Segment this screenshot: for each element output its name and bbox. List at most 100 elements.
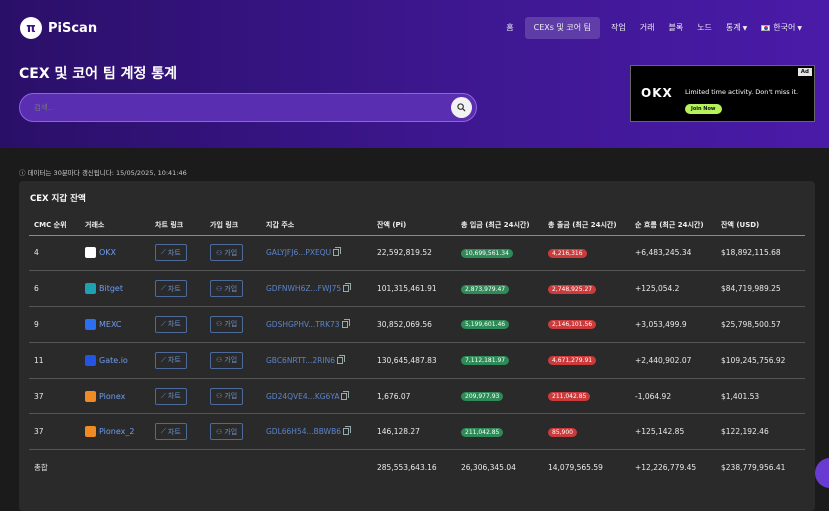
deposit-badge: 10,699,561.34	[461, 248, 513, 258]
column-header[interactable]: 차트 링크	[150, 215, 205, 236]
chart-button[interactable]: ⟋ 차트	[155, 315, 187, 333]
page-title: CEX 및 코어 팀 계정 통계	[19, 66, 178, 82]
ad-text: Limited time activity. Don't miss it.	[685, 88, 799, 96]
column-header[interactable]: 가입 링크	[205, 215, 261, 236]
cex-balance-card: CEX 지갑 잔액 CMC 순위 거래소 차트 링크 가입 링크 지갑 주소 잔…	[19, 181, 815, 511]
exchange-link[interactable]: Bitget	[85, 283, 150, 295]
usd-cell: $122,192.46	[716, 413, 805, 451]
nav-home[interactable]: 홈	[499, 17, 520, 39]
chart-button[interactable]: ⟋ 차트	[155, 423, 187, 441]
wallet-address-link[interactable]: GDFNWH6Z...FWJ75	[266, 283, 352, 294]
chart-icon: ⟋	[161, 284, 166, 293]
chart-icon: ⟋	[161, 319, 166, 328]
rank-cell: 9	[29, 306, 80, 343]
join-button[interactable]: ⚇ 가입	[210, 244, 244, 262]
chart-button[interactable]: ⟋ 차트	[155, 280, 187, 298]
copy-icon[interactable]	[341, 390, 350, 400]
chevron-down-icon: ▼	[797, 25, 802, 32]
copy-icon[interactable]	[343, 426, 351, 436]
wallet-address-link[interactable]: GDL66H54...BBWB6	[266, 426, 351, 436]
column-header[interactable]: 총 입금 (최근 24시간)	[456, 215, 543, 236]
exchange-link[interactable]: OKX	[85, 247, 150, 259]
exchange-cell: Pionex	[80, 378, 150, 415]
exchange-name: Pionex_2	[99, 427, 135, 437]
chart-button[interactable]: ⟋ 차트	[155, 387, 187, 405]
nav-cex-core-team[interactable]: CEXs 및 코어 팀	[524, 17, 600, 39]
column-header[interactable]: 순 흐름 (최근 24시간)	[630, 215, 716, 236]
join-button[interactable]: ⚇ 가입	[210, 351, 244, 369]
exchange-link[interactable]: Pionex_2	[85, 426, 150, 438]
address-cell: GBC6NRTT...2RIN6	[261, 342, 372, 379]
exchange-link[interactable]: Pionex	[85, 390, 150, 402]
copy-icon[interactable]	[333, 247, 342, 257]
total-net-flow: +12,226,779.45	[635, 463, 697, 473]
join-button[interactable]: ⚇ 가입	[210, 387, 244, 405]
withdraw-badge: 2,748,925.27	[548, 284, 597, 294]
ad-join-button[interactable]: Join Now	[685, 104, 722, 114]
join-button-label: 가입	[224, 427, 238, 436]
exchange-link[interactable]: MEXC	[85, 318, 150, 330]
column-header[interactable]: 지갑 주소	[261, 215, 372, 236]
column-header[interactable]: 잔액 (USD)	[716, 215, 805, 236]
net-flow-cell: +3,053,499.9	[630, 306, 716, 343]
nav-stats-dropdown[interactable]: 통계 ▼	[719, 17, 754, 39]
wallet-address-link[interactable]: GD24QVE4...KG6YA	[266, 390, 350, 401]
wallet-address-link[interactable]: GBC6NRTT...2RIN6	[266, 354, 345, 365]
table-row: 4 OKX ⟋ 차트 ⚇ 가입 GALYJFJ6...PXEQU 22,592,819.52 1…	[29, 235, 805, 272]
wallet-address: GDFNWH6Z...FWJ75	[266, 284, 342, 294]
table-row: 11 Gate.io ⟋ 차트 ⚇ 가입 GBC6NRTT...2RIN6 130,645,4…	[29, 342, 805, 379]
join-link-cell: ⚇ 가입	[205, 413, 261, 451]
exchange-link[interactable]: Gate.io	[85, 354, 150, 366]
gateio-icon	[85, 354, 96, 366]
net-flow-cell: +125,142.85	[630, 413, 716, 451]
chart-button-label: 차트	[167, 356, 181, 365]
rank-cell: 6	[29, 270, 80, 308]
chart-link-cell: ⟋ 차트	[150, 413, 205, 451]
pionex-icon	[85, 390, 96, 402]
empty-cell	[150, 450, 205, 486]
okx-logo: OKX	[641, 86, 673, 100]
nav-operations[interactable]: 작업	[604, 17, 633, 39]
withdraw-cell: 2,748,925.27	[543, 270, 630, 308]
wallet-address: GALYJFJ6...PXEQU	[266, 248, 332, 258]
exchange-name: Gate.io	[99, 355, 128, 365]
wallet-address-link[interactable]: GALYJFJ6...PXEQU	[266, 247, 342, 258]
card-title: CEX 지갑 잔액	[30, 194, 86, 204]
rank-cell: 37	[29, 378, 80, 415]
ad-banner[interactable]: Ad OKX Limited time activity. Don't miss…	[630, 65, 815, 122]
deposit-cell: 5,199,601.46	[456, 306, 543, 343]
chart-button-label: 차트	[167, 392, 181, 401]
empty-cell	[205, 450, 261, 486]
user-add-icon: ⚇	[216, 284, 223, 293]
address-cell: GDL66H54...BBWB6	[261, 413, 372, 451]
chart-link-cell: ⟋ 차트	[150, 235, 205, 272]
join-button[interactable]: ⚇ 가입	[210, 315, 244, 333]
language-selector[interactable]: 한국어 ▼	[754, 17, 809, 39]
nav-nodes[interactable]: 노드	[690, 17, 719, 39]
join-button[interactable]: ⚇ 가입	[210, 423, 244, 441]
chart-button[interactable]: ⟋ 차트	[155, 244, 187, 262]
copy-icon[interactable]	[343, 283, 352, 293]
net-flow-cell: +125,054.2	[630, 270, 716, 308]
wallet-address-link[interactable]: GDSHGPHV...TRK73	[266, 318, 350, 329]
nav-transactions[interactable]: 거래	[633, 17, 662, 39]
column-header[interactable]: 총 출금 (최근 24시간)	[543, 215, 630, 236]
deposit-badge: 209,977.93	[461, 392, 504, 402]
copy-icon[interactable]	[336, 354, 345, 364]
column-header[interactable]: 거래소	[80, 215, 150, 236]
empty-cell	[80, 450, 150, 486]
join-button-label: 가입	[224, 392, 238, 401]
column-header[interactable]: 잔액 (Pi)	[372, 215, 456, 236]
nav-blocks[interactable]: 블록	[661, 17, 690, 39]
search-input[interactable]	[34, 94, 131, 121]
withdraw-cell: 2,146,101.56	[543, 306, 630, 343]
search-button[interactable]	[451, 97, 472, 118]
copy-icon[interactable]	[341, 318, 350, 328]
exchange-cell: MEXC	[80, 306, 150, 343]
floating-settings-button[interactable]	[815, 458, 829, 488]
column-header[interactable]: CMC 순위	[29, 215, 80, 236]
chart-link-cell: ⟋ 차트	[150, 342, 205, 379]
logo[interactable]: π PiScan	[20, 17, 97, 39]
chart-button[interactable]: ⟋ 차트	[155, 351, 187, 369]
join-button[interactable]: ⚇ 가입	[210, 280, 244, 298]
